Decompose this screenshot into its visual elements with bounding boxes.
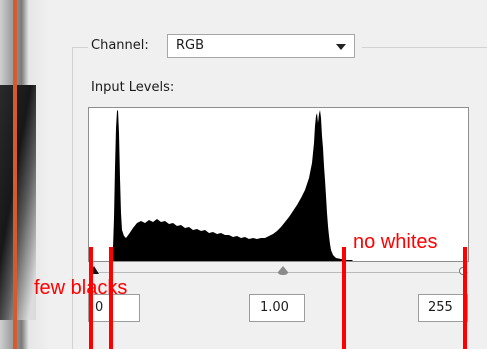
gamma-handle[interactable] xyxy=(276,266,290,276)
input-levels-label: Input Levels: xyxy=(91,80,175,95)
group-box-border-left xyxy=(72,47,73,349)
group-box-border-top-right xyxy=(362,47,487,48)
histogram-shape xyxy=(109,110,353,261)
channel-select[interactable]: RGB xyxy=(167,34,355,58)
annotation-few-blacks: few blacks xyxy=(34,277,128,299)
white-point-input[interactable]: 255 xyxy=(418,294,468,322)
channel-label: Channel: xyxy=(91,38,149,53)
gamma-value: 1.00 xyxy=(260,300,289,315)
annotation-no-whites: no whites xyxy=(353,231,438,253)
white-point-value: 255 xyxy=(428,300,453,315)
background-photo xyxy=(0,85,36,320)
black-point-value: 0 xyxy=(95,300,104,315)
annotation-line-white-right xyxy=(463,247,467,349)
input-slider[interactable] xyxy=(89,266,468,278)
window-edge-accent xyxy=(13,0,17,349)
channel-select-value: RGB xyxy=(176,38,205,53)
gamma-input[interactable]: 1.00 xyxy=(249,294,305,322)
annotation-line-white-left xyxy=(342,247,346,349)
chevron-down-icon xyxy=(336,44,346,50)
group-box-border-top-left xyxy=(72,47,88,48)
